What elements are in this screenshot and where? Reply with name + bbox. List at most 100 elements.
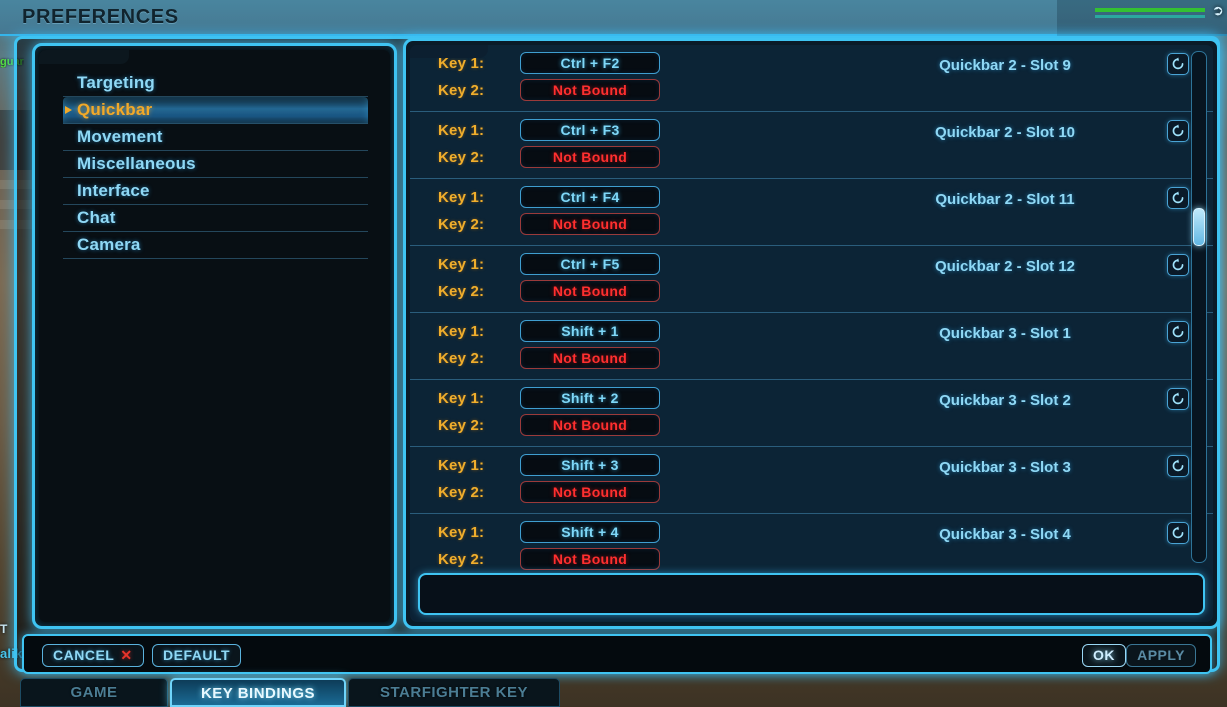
key1-label: Key 1:	[438, 523, 485, 541]
key2-label: Key 2:	[438, 282, 485, 300]
reset-binding-button[interactable]	[1167, 187, 1189, 209]
sidebar-item-movement[interactable]: Movement	[63, 124, 368, 151]
binding-name: Quickbar 2 - Slot 11	[935, 191, 1075, 208]
table-row: Key 1: Shift + 4 Key 2: Not Bound Quickbar 3…	[410, 514, 1213, 570]
table-row: Key 1: Ctrl + F4 Key 2: Not Bound Quickbar 2…	[410, 179, 1213, 246]
keybindings-panel-inner: Key 1: Key 1: Ctrl + F2 Key 2: Not Bound Quic…	[410, 45, 1213, 622]
close-icon: ✕	[120, 647, 133, 663]
key1-label: Key 1:	[438, 322, 485, 340]
reset-binding-button[interactable]	[1167, 522, 1189, 544]
key2-line: Key 2: Not Bound	[410, 480, 660, 504]
key1-line: Key 1: Ctrl + F2	[410, 51, 660, 75]
key1-binding-button[interactable]: Shift + 2	[520, 387, 660, 409]
keybindings-panel: Key 1: Key 1: Ctrl + F2 Key 2: Not Bound Quic…	[403, 38, 1220, 629]
key2-label: Key 2:	[438, 349, 485, 367]
window-title-bar	[0, 0, 1227, 36]
key2-label: Key 2:	[438, 550, 485, 568]
reset-binding-button[interactable]	[1167, 388, 1189, 410]
sidebar-item-chat[interactable]: Chat	[63, 205, 368, 232]
scrollbar-thumb[interactable]	[1193, 208, 1205, 247]
key2-label: Key 2:	[438, 215, 485, 233]
sidebar-item-miscellaneous[interactable]: Miscellaneous	[63, 151, 368, 178]
reset-arrow-icon	[1172, 392, 1184, 405]
category-panel: Targeting Quickbar Movement Miscellaneous In…	[32, 43, 397, 629]
key1-line: Key 1: Shift + 4	[410, 520, 660, 544]
vertical-scrollbar[interactable]	[1191, 51, 1207, 563]
key1-binding-button[interactable]: Ctrl + F4	[520, 186, 660, 208]
table-row: Key 1: Shift + 1 Key 2: Not Bound Quickbar 3…	[410, 313, 1213, 380]
sidebar-item-camera[interactable]: Camera	[63, 232, 368, 259]
key1-label: Key 1:	[438, 121, 485, 139]
table-row: Key 1: Ctrl + F2 Key 2: Not Bound Quickbar 2…	[410, 45, 1213, 112]
key2-label: Key 2:	[438, 416, 485, 434]
apply-button[interactable]: APPLY	[1126, 644, 1196, 667]
tab-strip: GAME KEY BINDINGS STARFIGHTER KEY BINDIN…	[20, 678, 560, 707]
key2-binding-button[interactable]: Not Bound	[520, 347, 660, 369]
tab-starfighter-key-bindings[interactable]: STARFIGHTER KEY BINDINGS	[348, 678, 560, 707]
tab-key-bindings[interactable]: KEY BINDINGS	[170, 678, 346, 707]
key2-line: Key 2: Not Bound	[410, 346, 660, 370]
cancel-button[interactable]: CANCEL ✕	[42, 644, 144, 667]
key1-line: Key 1: Ctrl + F3	[410, 118, 660, 142]
hud-resource-bar	[1095, 15, 1205, 18]
reset-binding-button[interactable]	[1167, 120, 1189, 142]
reset-binding-button[interactable]	[1167, 53, 1189, 75]
key2-binding-button[interactable]: Not Bound	[520, 79, 660, 101]
binding-name: Quickbar 2 - Slot 9	[939, 57, 1071, 74]
hud-panel	[1057, 0, 1227, 36]
key2-line: Key 2: Not Bound	[410, 547, 660, 570]
binding-name: Quickbar 3 - Slot 3	[939, 459, 1071, 476]
key1-binding-button[interactable]: Ctrl + F2	[520, 52, 660, 74]
key1-binding-button[interactable]: Shift + 4	[520, 521, 660, 543]
key1-binding-button[interactable]: Shift + 3	[520, 454, 660, 476]
reset-arrow-icon	[1172, 526, 1184, 539]
key2-binding-button[interactable]: Not Bound	[520, 548, 660, 570]
binding-name: Quickbar 3 - Slot 1	[939, 325, 1071, 342]
hud-health-bar	[1095, 8, 1205, 12]
binding-name: Quickbar 2 - Slot 10	[934, 124, 1076, 141]
reset-arrow-icon	[1172, 191, 1184, 204]
reset-binding-button[interactable]	[1167, 455, 1189, 477]
reset-binding-button[interactable]	[1167, 321, 1189, 343]
key1-binding-button[interactable]: Shift + 1	[520, 320, 660, 342]
reset-binding-button[interactable]	[1167, 254, 1189, 276]
key2-binding-button[interactable]: Not Bound	[520, 414, 660, 436]
sidebar-item-interface[interactable]: Interface	[63, 178, 368, 205]
key2-label: Key 2:	[438, 148, 485, 166]
key2-binding-button[interactable]: Not Bound	[520, 280, 660, 302]
action-bar: CANCEL ✕ DEFAULT OK APPLY	[22, 634, 1212, 674]
key2-line: Key 2: Not Bound	[410, 413, 660, 437]
key2-binding-button[interactable]: Not Bound	[520, 213, 660, 235]
category-panel-inner: Targeting Quickbar Movement Miscellaneous In…	[39, 50, 390, 622]
table-row: Key 1: Shift + 3 Key 2: Not Bound Quickbar 3…	[410, 447, 1213, 514]
table-row: Key 1: Ctrl + F3 Key 2: Not Bound Quickbar 2…	[410, 112, 1213, 179]
tab-game[interactable]: GAME	[20, 678, 168, 707]
page-title: PREFERENCES	[22, 6, 179, 28]
key1-line: Key 1: Shift + 1	[410, 319, 660, 343]
key1-label: Key 1:	[438, 389, 485, 407]
key1-binding-button[interactable]: Ctrl + F5	[520, 253, 660, 275]
key2-label: Key 2:	[438, 81, 485, 99]
ok-button[interactable]: OK	[1082, 644, 1126, 667]
reset-arrow-icon	[1172, 258, 1184, 271]
key1-binding-button[interactable]: Ctrl + F3	[520, 119, 660, 141]
reset-arrow-icon	[1172, 124, 1184, 137]
key2-line: Key 2: Not Bound	[410, 145, 660, 169]
keybindings-scroll-area[interactable]: Key 1: Key 1: Ctrl + F2 Key 2: Not Bound Quic…	[410, 45, 1213, 570]
key1-line: Key 1: Ctrl + F4	[410, 185, 660, 209]
sidebar-item-quickbar[interactable]: Quickbar	[63, 97, 368, 124]
sidebar-item-targeting[interactable]: Targeting	[63, 70, 368, 97]
key2-line: Key 2: Not Bound	[410, 78, 660, 102]
binding-name: Quickbar 3 - Slot 4	[939, 526, 1071, 543]
key2-binding-button[interactable]: Not Bound	[520, 481, 660, 503]
key1-line: Key 1: Shift + 3	[410, 453, 660, 477]
keybindings-rows: Key 1: Key 1: Ctrl + F2 Key 2: Not Bound Quic…	[410, 45, 1213, 570]
reset-arrow-icon	[1172, 459, 1184, 472]
default-button[interactable]: DEFAULT	[152, 644, 242, 667]
key1-line: Key 1: Shift + 2	[410, 386, 660, 410]
key2-binding-button[interactable]: Not Bound	[520, 146, 660, 168]
key2-line: Key 2: Not Bound	[410, 279, 660, 303]
category-list: Targeting Quickbar Movement Miscellaneous In…	[63, 70, 368, 259]
key1-label: Key 1:	[438, 54, 485, 72]
reset-arrow-icon	[1172, 325, 1184, 338]
